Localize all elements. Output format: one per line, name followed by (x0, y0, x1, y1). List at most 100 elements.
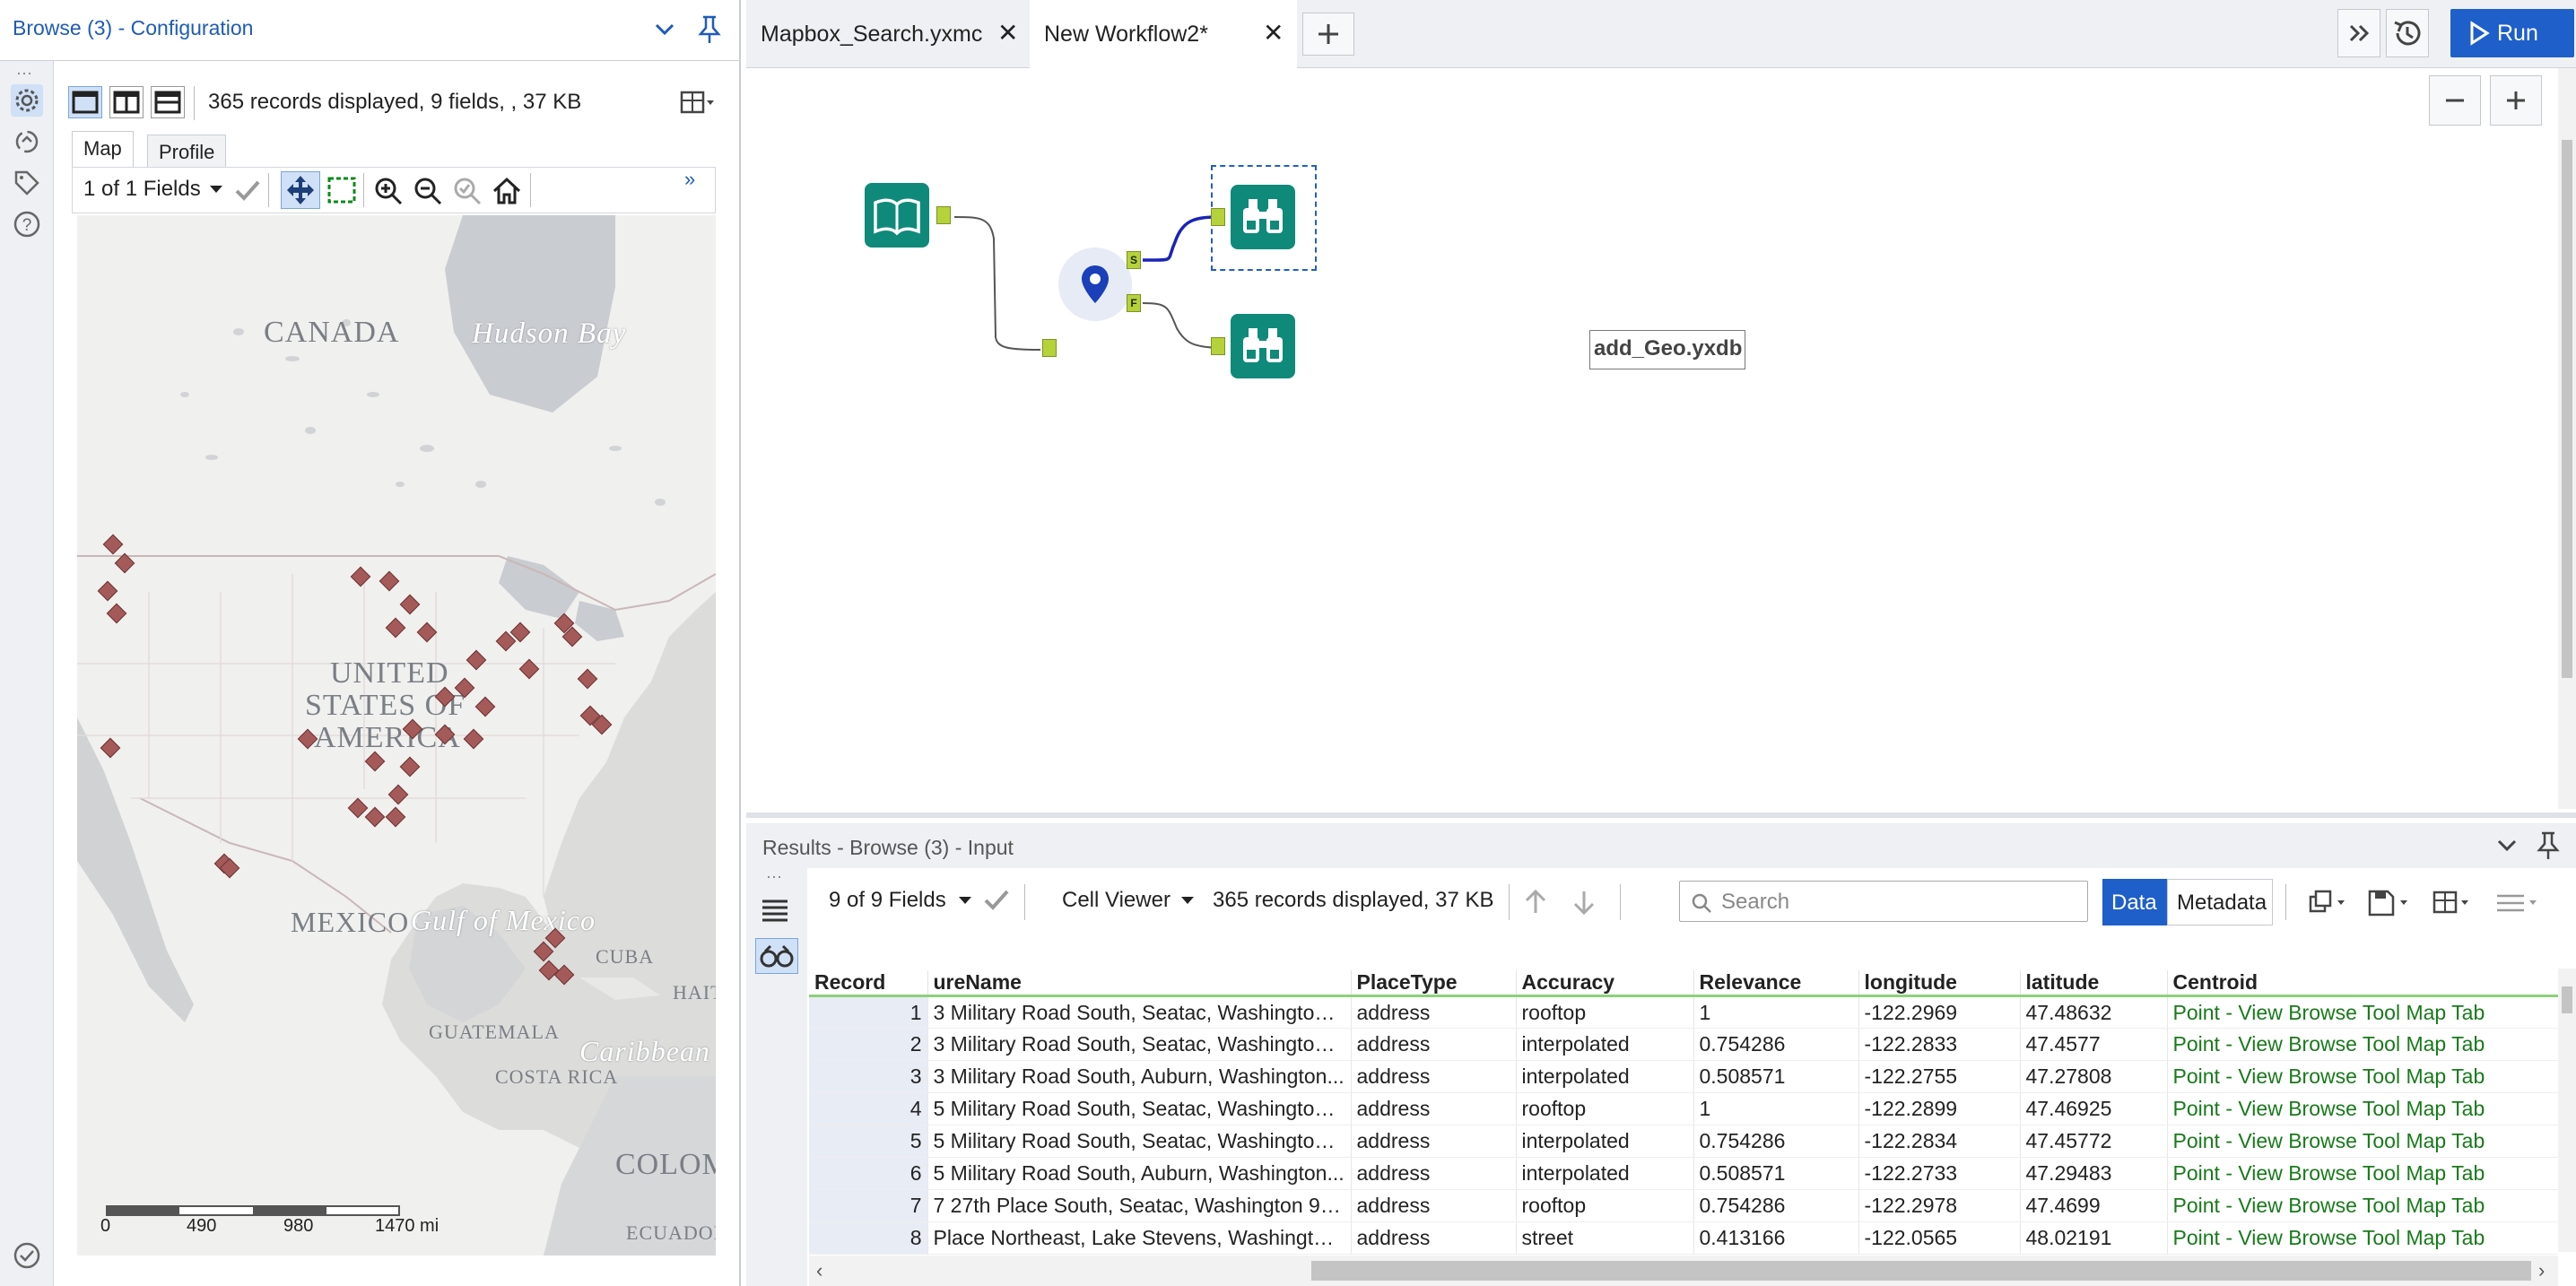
zoom-out-button[interactable] (2429, 75, 2481, 126)
column-header[interactable]: longitude (1858, 970, 2021, 997)
help-icon[interactable]: ? (11, 208, 43, 240)
table-cell[interactable]: 3 Military Road South, Seatac, Washingto… (927, 995, 1352, 1029)
table-cell[interactable]: 47.4577 (2020, 1028, 2168, 1061)
table-row[interactable]: 13 Military Road South, Seatac, Washingt… (809, 995, 2558, 1029)
table-cell[interactable]: -122.2969 (1858, 995, 2021, 1029)
column-header[interactable]: PlaceType (1351, 970, 1517, 997)
save-icon[interactable] (2366, 888, 2411, 918)
table-cell[interactable]: 47.46925 (2020, 1092, 2168, 1125)
table-cell[interactable]: 47.48632 (2020, 995, 2168, 1029)
column-header[interactable]: Accuracy (1516, 970, 1694, 997)
annotation-icon[interactable] (11, 126, 43, 158)
record-cell[interactable]: 4 (809, 1092, 928, 1125)
column-header[interactable]: Relevance (1693, 970, 1859, 997)
table-row[interactable]: 8 Place Northeast, Lake Stevens, Washingt… (809, 1221, 2558, 1255)
table-cell[interactable]: street (1516, 1221, 1694, 1255)
canvas-vertical-scrollbar[interactable] (2558, 68, 2576, 809)
map-point-marker[interactable] (364, 751, 386, 772)
tab-profile[interactable]: Profile (147, 135, 227, 170)
centroid-cell[interactable]: Point - View Browse Tool Map Tab (2167, 1060, 2558, 1093)
centroid-cell[interactable]: Point - View Browse Tool Map Tab (2167, 1157, 2558, 1190)
scroll-right-icon[interactable]: › (2538, 1259, 2545, 1282)
table-cell[interactable]: address (1351, 1060, 1517, 1093)
scroll-left-icon[interactable]: ‹ (816, 1259, 822, 1282)
grid-vertical-scrollbar[interactable] (2558, 969, 2576, 1252)
map-point-marker[interactable] (399, 756, 421, 778)
table-cell[interactable]: address (1351, 1028, 1517, 1061)
input-anchor[interactable] (1211, 208, 1225, 226)
map-point-marker[interactable] (416, 621, 438, 643)
column-header[interactable]: ureName (927, 970, 1352, 997)
map-point-marker[interactable] (297, 728, 318, 750)
table-cell[interactable]: interpolated (1516, 1157, 1694, 1190)
pin-icon[interactable] (2535, 830, 2562, 861)
map-point-marker[interactable] (466, 649, 487, 671)
tab-map[interactable]: Map (72, 131, 134, 167)
zoom-out-icon[interactable] (412, 175, 444, 207)
map-point-marker[interactable] (97, 580, 118, 602)
pan-icon[interactable] (281, 171, 320, 209)
table-cell[interactable]: interpolated (1516, 1028, 1694, 1061)
centroid-cell[interactable]: Point - View Browse Tool Map Tab (2167, 1092, 2558, 1125)
map-point-marker[interactable] (474, 696, 496, 717)
table-cell[interactable]: 0.754286 (1693, 1028, 1859, 1061)
map-point-marker[interactable] (434, 686, 456, 708)
close-icon[interactable]: ✕ (1263, 18, 1284, 48)
record-cell[interactable]: 2 (809, 1028, 928, 1061)
record-cell[interactable]: 6 (809, 1157, 928, 1190)
record-cell[interactable]: 8 (809, 1221, 928, 1255)
map-point-marker[interactable] (434, 724, 456, 745)
more-chevron-icon[interactable]: » (684, 168, 695, 191)
map-point-marker[interactable] (379, 570, 400, 592)
map-point-marker[interactable] (106, 603, 127, 624)
table-cell[interactable]: 5 Military Road South, Seatac, Washingto… (927, 1125, 1352, 1158)
table-cell[interactable]: 1 (1693, 1092, 1859, 1125)
zoom-selection-icon[interactable] (451, 175, 483, 207)
table-cell[interactable]: 0.754286 (1693, 1189, 1859, 1222)
tab-new-workflow2[interactable]: New Workflow2* ✕ (1030, 0, 1297, 68)
table-cell[interactable]: -122.2833 (1858, 1028, 2021, 1061)
split-vertical-icon[interactable] (109, 86, 144, 118)
table-cell[interactable]: interpolated (1516, 1060, 1694, 1093)
browse-tool[interactable] (1231, 185, 1295, 249)
grid-horizontal-scrollbar[interactable]: ‹ › (809, 1256, 2558, 1286)
input-data-tool[interactable] (865, 183, 929, 248)
table-cell[interactable]: 0.508571 (1693, 1157, 1859, 1190)
chevron-down-icon[interactable] (2495, 834, 2519, 857)
table-cell[interactable]: interpolated (1516, 1125, 1694, 1158)
caret-down-icon[interactable] (956, 891, 974, 909)
table-cell[interactable]: address (1351, 995, 1517, 1029)
browse-tool[interactable] (1231, 314, 1295, 378)
menu-icon[interactable] (2493, 888, 2540, 918)
table-cell[interactable]: 47.27808 (2020, 1060, 2168, 1093)
record-cell[interactable]: 3 (809, 1060, 928, 1093)
copy-icon[interactable] (2307, 888, 2352, 918)
table-cell[interactable]: -122.2899 (1858, 1092, 2021, 1125)
map-point-marker[interactable] (364, 806, 386, 828)
split-horizontal-icon[interactable] (151, 86, 185, 118)
centroid-cell[interactable]: Point - View Browse Tool Map Tab (2167, 1125, 2558, 1158)
table-cell[interactable]: address (1351, 1221, 1517, 1255)
check-icon[interactable] (981, 884, 1012, 915)
table-cell[interactable]: 5 Military Road South, Auburn, Washingto… (927, 1157, 1352, 1190)
table-row[interactable]: 55 Military Road South, Seatac, Washingt… (809, 1125, 2558, 1158)
column-header[interactable]: Record (809, 970, 928, 997)
record-cell[interactable]: 1 (809, 995, 928, 1029)
success-anchor[interactable]: S (1127, 251, 1141, 269)
mapbox-search-tool[interactable] (1058, 248, 1132, 321)
table-cell[interactable]: -122.2755 (1858, 1060, 2021, 1093)
run-button[interactable]: Run (2450, 9, 2574, 57)
table-row[interactable]: 65 Military Road South, Auburn, Washingt… (809, 1157, 2558, 1190)
caret-down-icon[interactable] (207, 180, 225, 198)
gear-icon[interactable] (11, 84, 43, 117)
centroid-cell[interactable]: Point - View Browse Tool Map Tab (2167, 1028, 2558, 1061)
table-cell[interactable]: 48.02191 (2020, 1221, 2168, 1255)
browse-view-icon[interactable] (755, 938, 798, 974)
scroll-thumb[interactable] (1311, 1261, 2531, 1281)
chevron-down-icon[interactable] (653, 18, 676, 41)
map-point-marker[interactable] (385, 617, 406, 639)
add-tab-button[interactable] (1302, 13, 1354, 56)
table-options-icon[interactable] (2431, 888, 2476, 918)
single-view-icon[interactable] (68, 86, 102, 118)
overflow-icon[interactable] (2337, 9, 2380, 57)
